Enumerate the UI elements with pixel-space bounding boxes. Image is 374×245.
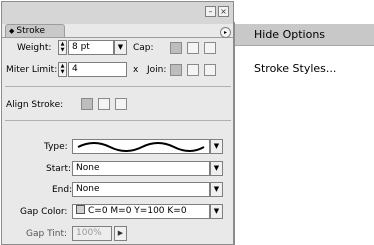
round-join-icon[interactable] (187, 64, 199, 76)
minimize-icon[interactable]: – (205, 6, 216, 17)
round-cap-icon[interactable] (187, 42, 199, 54)
stroke-tab[interactable]: ◆ Stroke (5, 24, 65, 38)
menu-item-stroke-styles[interactable]: Stroke Styles... (235, 58, 374, 80)
panel-menu: Hide Options Stroke Styles... (234, 22, 374, 245)
align-inside-icon[interactable] (98, 98, 110, 110)
close-icon[interactable]: × (218, 6, 229, 17)
gap-color-field[interactable]: C=0 M=0 Y=100 K=0 (72, 204, 210, 219)
divider (5, 86, 231, 87)
type-label: Type: (44, 142, 68, 152)
cap-label: Cap: (133, 43, 154, 53)
tab-label: Stroke (16, 26, 46, 36)
weight-field[interactable]: 8 pt (68, 40, 114, 55)
color-swatch (76, 205, 85, 214)
tab-bar-line (2, 37, 233, 38)
gap-tint-arrow-icon[interactable]: ▶ (114, 226, 127, 241)
panel-menu-icon[interactable]: ▸ (220, 27, 231, 38)
stroke-type-field[interactable] (72, 139, 210, 154)
end-field[interactable]: None (72, 182, 210, 197)
weight-stepper[interactable]: ▲ ▼ (58, 40, 67, 55)
weight-dropdown-icon[interactable]: ▼ (114, 40, 127, 55)
align-stroke-label: Align Stroke: (6, 100, 64, 110)
start-label: Start: (46, 164, 72, 174)
miter-stepper[interactable]: ▲ ▼ (58, 62, 67, 77)
gap-tint-field[interactable]: 100% (72, 226, 112, 241)
miter-limit-label: Miter Limit: (6, 65, 58, 75)
miter-join-icon[interactable] (170, 64, 182, 76)
miter-limit-field[interactable]: 4 (68, 62, 127, 77)
start-dropdown-icon[interactable]: ▼ (210, 161, 223, 176)
gap-tint-label: Gap Tint: (26, 229, 68, 239)
collapse-icon[interactable]: ◆ (9, 27, 14, 35)
divider (5, 120, 231, 121)
stroke-panel: – × ◆ Stroke ▸ Weight: ▲ ▼ 8 pt ▼ Cap: Mit… (1, 1, 234, 245)
menu-divider (235, 45, 374, 46)
gap-color-value: C=0 M=0 Y=100 K=0 (88, 206, 187, 216)
start-field[interactable]: None (72, 161, 210, 176)
butt-cap-icon[interactable] (170, 42, 182, 54)
projecting-cap-icon[interactable] (204, 42, 216, 54)
weight-label: Weight: (17, 43, 52, 53)
end-label: End: (52, 185, 73, 195)
align-outside-icon[interactable] (115, 98, 127, 110)
gap-color-dropdown-icon[interactable]: ▼ (210, 204, 223, 219)
type-dropdown-icon[interactable]: ▼ (210, 139, 223, 154)
end-dropdown-icon[interactable]: ▼ (210, 182, 223, 197)
bevel-join-icon[interactable] (204, 64, 216, 76)
gap-color-label: Gap Color: (20, 207, 68, 217)
align-center-icon[interactable] (81, 98, 93, 110)
menu-item-hide-options[interactable]: Hide Options (235, 24, 374, 46)
wavy-line-icon (77, 142, 205, 152)
panel-title-bar (2, 2, 233, 24)
join-label: Join: (147, 65, 167, 75)
miter-unit: x (133, 65, 139, 75)
